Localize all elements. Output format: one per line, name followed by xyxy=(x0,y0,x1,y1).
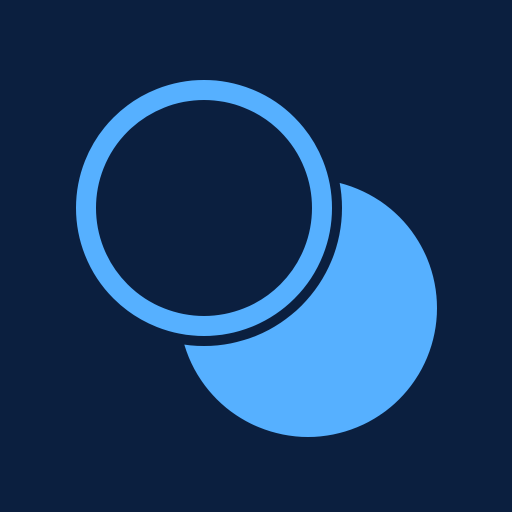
icon-canvas xyxy=(0,0,512,512)
overlapping-circles-icon xyxy=(0,0,512,512)
filled-circle xyxy=(179,179,437,437)
